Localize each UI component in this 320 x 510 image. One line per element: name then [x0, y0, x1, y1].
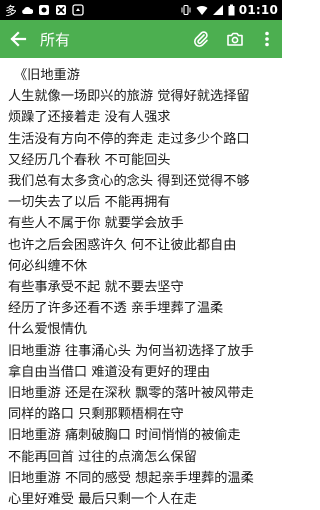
camera-icon	[227, 32, 243, 46]
text-line: 又经历几个春秋 不可能回头	[8, 152, 171, 168]
text-line: 生活没有方向不停的奔走 走过多少个路口	[8, 131, 250, 147]
attach-button[interactable]	[184, 20, 218, 58]
text-line: 一切失去了以后 不能再拥有	[8, 195, 171, 211]
document-title: 《旧地重游	[14, 68, 80, 83]
text-line: 有些人不属于你 就要学会放手	[8, 216, 184, 232]
text-line: 何必纠缠不休	[8, 258, 88, 274]
back-button[interactable]	[0, 20, 36, 58]
system-icons: 01:10	[180, 3, 278, 17]
app-icon	[39, 5, 49, 15]
document-lines: 人生就像一场即兴的旅游 觉得好就选择留 烦躁了还接着走 没有人强求生活没有方向不停…	[8, 86, 274, 510]
text-line: 有些事承受不起 就不要去坚守	[8, 280, 184, 296]
text-line: 旧地重游 不同的感受 想起亲手埋葬的温柔	[8, 470, 254, 486]
text-line: 烦躁了还接着走 没有人强求	[8, 110, 171, 126]
document-text[interactable]: 《旧地重游 人生就像一场即兴的旅游 觉得好就选择留 烦躁了还接着走 没有人强求生活…	[0, 58, 282, 507]
app-bar: 所有	[0, 20, 282, 58]
text-line: 拿自由当借口 难道没有更好的理由	[8, 364, 211, 380]
svg-text:多: 多	[5, 4, 16, 16]
signal-icon	[212, 5, 223, 15]
text-line: 同样的路口 只剩那颗梧桐在守	[8, 407, 184, 423]
paperclip-icon	[193, 31, 208, 47]
battery-icon	[228, 4, 235, 16]
text-line: 不能再回首 过往的点滴怎么保留	[8, 449, 197, 465]
wifi-icon	[196, 5, 208, 15]
text-line: 人生就像一场即兴的旅游 觉得好就选择留	[8, 89, 250, 105]
arrow-back-icon	[10, 31, 27, 47]
vibrate-icon	[181, 4, 191, 16]
camera-button[interactable]	[218, 20, 252, 58]
app-icon	[72, 4, 84, 16]
status-bar: 多 01:10	[0, 0, 282, 20]
text-line: 旧地重游 还是在深秋 飘零的落叶被风带走	[8, 386, 254, 402]
text-line: 旧地重游 往事涌心头 为何当初选择了放手	[8, 343, 254, 359]
text-line: 旧地重游 痛刺破胸口 时间悄悄的被偷走	[8, 428, 241, 444]
text-icon: 多	[5, 4, 16, 16]
page-title: 所有	[40, 30, 71, 49]
notification-icons: 多	[4, 4, 84, 16]
text-line: 我们总有太多贪心的念头 得到还觉得不够	[8, 174, 250, 190]
text-line: 什么爱恨情仇	[8, 322, 88, 338]
text-line: 也许之后会困惑许久 何不让彼此都自由	[8, 237, 237, 253]
text-line: 经历了许多还看不透 亲手埋葬了温柔	[8, 301, 224, 317]
app-icon	[56, 5, 66, 15]
overflow-menu-button[interactable]	[252, 20, 282, 58]
more-vert-icon	[265, 31, 269, 47]
cloud-icon	[22, 7, 33, 14]
clock: 01:10	[238, 3, 278, 17]
